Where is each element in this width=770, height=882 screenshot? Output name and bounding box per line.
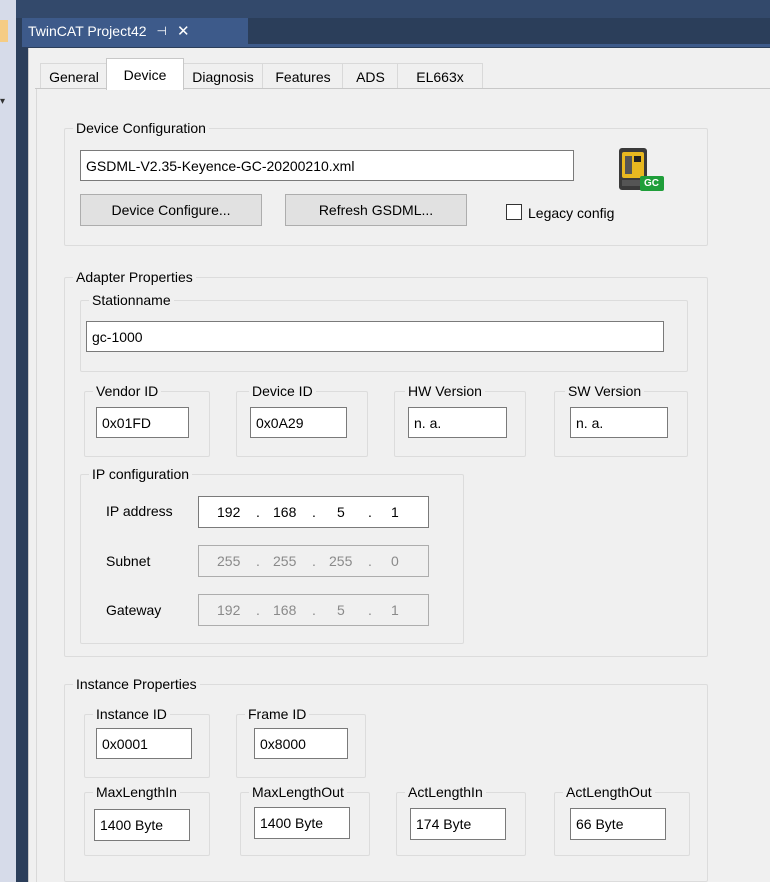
max-length-out-legend: MaxLengthOut — [249, 784, 347, 800]
subnet-octet-3: 255 — [329, 553, 353, 569]
gateway-separator: . — [368, 602, 372, 618]
ip-separator: . — [368, 504, 372, 520]
ip-address-label: IP address — [106, 503, 173, 519]
instance-id-legend: Instance ID — [93, 706, 170, 722]
instance-properties-legend: Instance Properties — [73, 676, 200, 692]
ip-separator: . — [312, 504, 316, 520]
max-length-in-legend: MaxLengthIn — [93, 784, 180, 800]
legacy-config-label: Legacy config — [528, 205, 615, 221]
gsdml-file-field[interactable]: GSDML-V2.35-Keyence-GC-20200210.xml — [80, 150, 574, 181]
device-id-field[interactable]: 0x0A29 — [250, 407, 347, 438]
subnet-separator: . — [256, 553, 260, 569]
tab-ads[interactable]: ADS — [342, 63, 399, 90]
refresh-gsdml-button[interactable]: Refresh GSDML... — [285, 194, 467, 226]
frame-id-field[interactable]: 0x8000 — [254, 728, 348, 759]
subnet-label: Subnet — [106, 553, 151, 569]
subnet-octet-2: 255 — [273, 553, 297, 569]
ip-separator: . — [256, 504, 260, 520]
device-id-legend: Device ID — [249, 383, 316, 399]
dock-highlight — [0, 20, 8, 42]
hw-version-legend: HW Version — [405, 383, 485, 399]
subnet-separator: . — [312, 553, 316, 569]
close-icon[interactable]: ✕ — [177, 22, 190, 40]
vendor-id-legend: Vendor ID — [93, 383, 162, 399]
gateway-octet-2: 168 — [273, 602, 297, 618]
act-length-out-field[interactable]: 66 Byte — [570, 808, 666, 840]
document-tab-title: TwinCAT Project42 — [28, 23, 147, 39]
device-icon: GC — [614, 146, 668, 192]
ip-octet-1: 192 — [217, 504, 241, 520]
subnet-octet-1: 255 — [217, 553, 241, 569]
subnet-separator: . — [368, 553, 372, 569]
tab-general[interactable]: General — [40, 63, 108, 90]
ip-octet-4: 1 — [391, 504, 399, 520]
chevron-down-icon[interactable]: ▾ — [0, 96, 10, 110]
device-configure-button[interactable]: Device Configure... — [80, 194, 262, 226]
sw-version-field[interactable]: n. a. — [570, 407, 668, 438]
max-length-in-field[interactable]: 1400 Byte — [94, 809, 190, 841]
document-tab[interactable]: TwinCAT Project42 ⊣ ✕ — [22, 18, 248, 44]
device-configuration-group: Device Configuration — [64, 120, 708, 246]
gateway-octet-3: 5 — [337, 602, 345, 618]
hw-version-field[interactable]: n. a. — [408, 407, 507, 438]
frame-id-legend: Frame ID — [245, 706, 310, 722]
panel-border — [28, 48, 29, 882]
pin-icon[interactable]: ⊣ — [157, 24, 167, 38]
ip-configuration-legend: IP configuration — [89, 466, 193, 482]
window-top-strip — [0, 0, 770, 18]
gateway-octet-1: 192 — [217, 602, 241, 618]
act-length-in-field[interactable]: 174 Byte — [410, 808, 506, 840]
subnet-octet-4: 0 — [391, 553, 399, 569]
gateway-octet-4: 1 — [391, 602, 399, 618]
device-configuration-legend: Device Configuration — [73, 120, 209, 136]
act-length-in-legend: ActLengthIn — [405, 784, 486, 800]
tab-diagnosis[interactable]: Diagnosis — [182, 63, 264, 90]
max-length-out-field[interactable]: 1400 Byte — [254, 807, 350, 839]
tab-el663x[interactable]: EL663x — [397, 63, 483, 90]
stationname-field[interactable]: gc-1000 — [86, 321, 664, 352]
ip-octet-3: 5 — [337, 504, 345, 520]
instance-id-field[interactable]: 0x0001 — [96, 728, 192, 759]
document-tab-underline — [22, 44, 770, 47]
gateway-separator: . — [312, 602, 316, 618]
device-icon-badge: GC — [644, 178, 659, 189]
subnet-input: 255 . 255 . 255 . 0 — [198, 545, 429, 577]
gateway-input: 192 . 168 . 5 . 1 — [198, 594, 429, 626]
legacy-config-checkbox[interactable] — [506, 204, 522, 220]
act-length-out-legend: ActLengthOut — [563, 784, 655, 800]
ip-octet-2: 168 — [273, 504, 297, 520]
tab-features[interactable]: Features — [262, 63, 344, 90]
tab-device[interactable]: Device — [106, 58, 184, 90]
adapter-properties-legend: Adapter Properties — [73, 269, 196, 285]
ip-address-input[interactable]: 192 . 168 . 5 . 1 — [198, 496, 429, 528]
gateway-separator: . — [256, 602, 260, 618]
gateway-label: Gateway — [106, 602, 162, 618]
stationname-legend: Stationname — [89, 292, 174, 308]
sw-version-legend: SW Version — [565, 383, 645, 399]
left-dock-strip: ▾ — [0, 0, 16, 882]
vendor-id-field[interactable]: 0x01FD — [96, 407, 189, 438]
